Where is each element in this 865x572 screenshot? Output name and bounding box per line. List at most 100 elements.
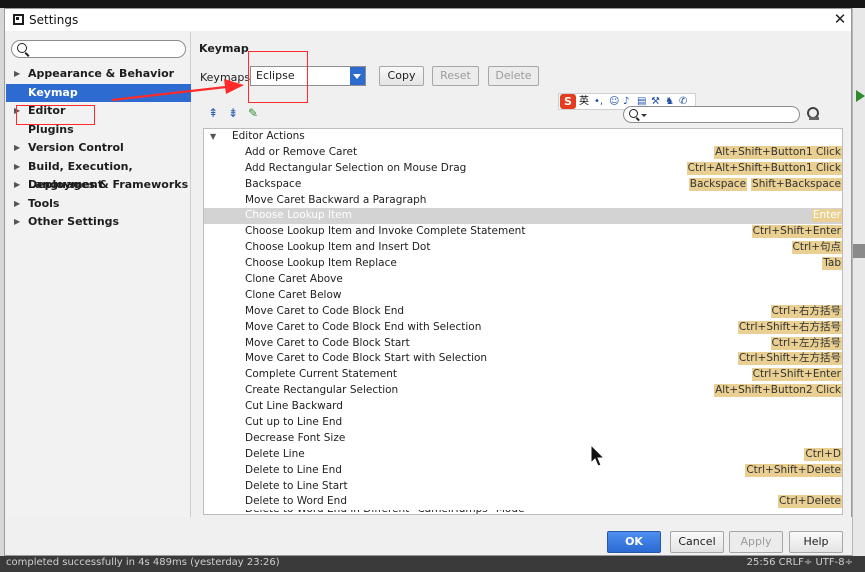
action-row[interactable]: Move Caret to Code Block Start Ctrl+左方括号 bbox=[204, 336, 842, 352]
chevron-right-icon[interactable]: ▶ bbox=[14, 195, 20, 213]
cancel-button[interactable]: Cancel bbox=[670, 531, 724, 553]
emoji-icon[interactable]: ☺ bbox=[609, 95, 619, 109]
action-name: Complete Current Statement bbox=[245, 368, 397, 381]
shortcut-list: Alt+Shift+Button1 Click bbox=[714, 145, 842, 159]
background-app-top bbox=[0, 0, 865, 8]
action-name: Move Caret to Code Block Start bbox=[245, 336, 410, 349]
shortcut-list: Ctrl+D bbox=[804, 447, 842, 461]
sidebar-item[interactable]: ▶ Languages & Frameworks bbox=[6, 176, 191, 195]
keymaps-label: Keymaps: bbox=[200, 71, 254, 84]
shortcut-list: Ctrl+Shift+左方括号 bbox=[737, 351, 842, 366]
action-row[interactable]: Add or Remove Caret Alt+Shift+Button1 Cli… bbox=[204, 145, 842, 161]
action-row[interactable]: Complete Current Statement Ctrl+Shift+Ent… bbox=[204, 367, 842, 383]
action-row[interactable]: Backspace Backspace Shift+Backspace bbox=[204, 177, 842, 193]
action-name: Choose Lookup Item bbox=[245, 209, 352, 222]
action-row[interactable]: Move Caret Backward a Paragraph bbox=[204, 193, 842, 209]
reset-button[interactable]: Reset bbox=[432, 66, 479, 86]
expand-all-icon[interactable]: ⇞ bbox=[206, 106, 220, 120]
shortcut-list: Ctrl+Shift+右方括号 bbox=[737, 320, 842, 334]
sidebar-item[interactable]: ▶ Tools bbox=[6, 195, 191, 214]
shortcut-badge: Ctrl+Delete bbox=[778, 495, 842, 509]
action-row[interactable]: Delete to Word End Ctrl+Delete bbox=[204, 494, 842, 510]
search-icon bbox=[629, 109, 638, 118]
apply-button[interactable]: Apply bbox=[729, 531, 783, 553]
chevron-right-icon[interactable]: ▶ bbox=[14, 139, 20, 157]
action-name: Move Caret to Code Block End bbox=[245, 304, 405, 317]
copy-button[interactable]: Copy bbox=[379, 66, 424, 86]
app-icon bbox=[13, 14, 24, 25]
action-row[interactable]: Choose Lookup Item and Invoke Complete S… bbox=[204, 224, 842, 240]
shortcut-badge: Tab bbox=[822, 257, 842, 271]
shortcut-list: Enter bbox=[811, 208, 842, 223]
background-status-right: 25:56 CRLF÷ UTF-8÷ bbox=[746, 557, 853, 568]
shortcut-list: Ctrl+Delete bbox=[778, 494, 842, 509]
action-row[interactable]: Move Caret to Code Block End Ctrl+右方括号 bbox=[204, 304, 842, 320]
edit-shortcut-icon[interactable]: ✎ bbox=[246, 106, 260, 120]
shortcut-badge: Ctrl+Shift+右方括号 bbox=[737, 320, 842, 334]
annotation-box-keymap-select bbox=[248, 51, 308, 103]
action-row[interactable]: Move Caret to Code Block Start with Sele… bbox=[204, 351, 842, 367]
sidebar-item[interactable]: ▶ Build, Execution, Deployment bbox=[6, 158, 191, 191]
shortcut-badge: Ctrl+右方括号 bbox=[770, 304, 842, 318]
action-row[interactable]: Cut Line Backward bbox=[204, 399, 842, 415]
chevron-right-icon[interactable]: ▶ bbox=[14, 213, 20, 231]
action-name: Clone Caret Above bbox=[245, 273, 343, 286]
close-icon[interactable]: ✕ bbox=[831, 10, 849, 28]
action-row[interactable]: Delete to Word End in Different "CamelHu… bbox=[204, 510, 842, 514]
action-row[interactable]: Clone Caret Below bbox=[204, 288, 842, 304]
sidebar-item-label: Tools bbox=[28, 196, 60, 210]
actions-tree: ▼ Editor Actions Add or Remove Caret Alt+Sh… bbox=[203, 128, 843, 515]
settings-tree: ▶ Appearance & Behavior Keymap ▶ Editor Plugi… bbox=[6, 65, 191, 232]
sidebar-item[interactable]: ▶ Appearance & Behavior bbox=[6, 65, 191, 84]
shortcut-badge: Ctrl+Shift+Delete bbox=[745, 463, 842, 477]
chevron-right-icon[interactable]: ▶ bbox=[14, 176, 20, 194]
action-row[interactable]: Choose Lookup Item Enter bbox=[204, 208, 842, 225]
punctuation-icon[interactable]: •, bbox=[594, 95, 603, 109]
action-name: Delete to Line Start bbox=[245, 479, 348, 492]
action-name: Choose Lookup Item and Insert Dot bbox=[245, 241, 431, 254]
action-row[interactable]: Clone Caret Above bbox=[204, 272, 842, 288]
action-row[interactable]: Delete Line Ctrl+D bbox=[204, 447, 842, 463]
ok-button[interactable]: OK bbox=[607, 531, 661, 553]
help-button[interactable]: Help bbox=[789, 531, 843, 553]
background-block bbox=[853, 244, 865, 258]
shortcut-badge: Ctrl+Shift+Enter bbox=[751, 225, 842, 239]
run-icon bbox=[856, 90, 865, 102]
action-filter-input[interactable] bbox=[623, 106, 800, 123]
action-row[interactable]: Choose Lookup Item and Insert Dot Ctrl+句点 bbox=[204, 240, 842, 256]
shortcut-badge: Alt+Shift+Button1 Click bbox=[714, 145, 842, 159]
action-row[interactable]: Add Rectangular Selection on Mouse Drag C… bbox=[204, 161, 842, 177]
page-title: Keymap bbox=[199, 42, 249, 55]
action-row[interactable]: Choose Lookup Item Replace Tab bbox=[204, 256, 842, 272]
shortcut-badge: Ctrl+Shift+左方括号 bbox=[737, 352, 842, 366]
sidebar-item-label: Keymap bbox=[28, 85, 78, 99]
action-row[interactable]: Cut up to Line End bbox=[204, 415, 842, 431]
settings-search-input[interactable] bbox=[11, 40, 186, 58]
ime-lang[interactable]: 英 bbox=[579, 95, 589, 109]
action-row[interactable]: Delete to Line End Ctrl+Shift+Delete bbox=[204, 463, 842, 479]
chevron-down-icon[interactable] bbox=[350, 67, 365, 85]
action-name: Choose Lookup Item and Invoke Complete S… bbox=[245, 225, 526, 238]
collapse-all-icon[interactable]: ⇟ bbox=[226, 106, 240, 120]
action-row[interactable]: Delete to Line Start bbox=[204, 479, 842, 495]
chevron-down-icon[interactable]: ▼ bbox=[210, 129, 216, 145]
action-group-row[interactable]: ▼ Editor Actions bbox=[204, 129, 842, 145]
sidebar-item[interactable]: ▶ Other Settings bbox=[6, 213, 191, 232]
shortcut-badge: Ctrl+左方括号 bbox=[770, 336, 842, 350]
ime-logo: S bbox=[560, 94, 576, 109]
find-by-shortcut-icon[interactable] bbox=[806, 107, 820, 121]
delete-button[interactable]: Delete bbox=[488, 66, 539, 86]
chevron-right-icon[interactable]: ▶ bbox=[14, 65, 20, 83]
shortcut-badge: Ctrl+D bbox=[804, 447, 842, 461]
action-name: Choose Lookup Item Replace bbox=[245, 257, 397, 270]
shortcut-list: Ctrl+右方括号 bbox=[770, 304, 842, 318]
chevron-right-icon[interactable]: ▶ bbox=[14, 158, 20, 176]
shortcut-badge: Shift+Backspace bbox=[751, 177, 842, 191]
action-row[interactable]: Decrease Font Size bbox=[204, 431, 842, 447]
action-name: Delete to Word End in Different "CamelHu… bbox=[245, 510, 525, 514]
sidebar-item[interactable]: Keymap bbox=[6, 83, 191, 102]
sidebar-item[interactable]: ▶ Version Control bbox=[6, 139, 191, 158]
sidebar-item-label: Version Control bbox=[28, 141, 124, 154]
action-row[interactable]: Move Caret to Code Block End with Select… bbox=[204, 320, 842, 336]
action-row[interactable]: Create Rectangular Selection Alt+Shift+Bu… bbox=[204, 383, 842, 399]
